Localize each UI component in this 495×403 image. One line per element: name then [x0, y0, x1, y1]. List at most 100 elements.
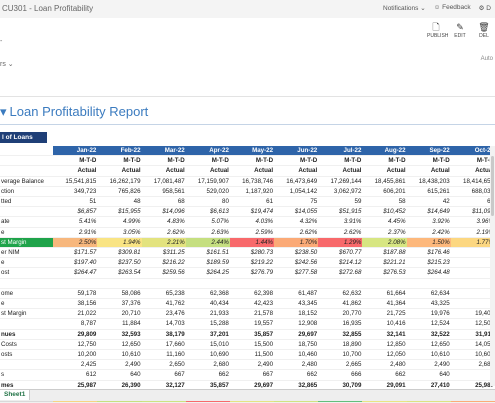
data-cell[interactable]	[406, 278, 451, 289]
data-cell[interactable]: 19,403	[450, 308, 495, 320]
data-cell[interactable]: $187.88	[362, 247, 407, 259]
data-cell[interactable]	[450, 267, 495, 279]
row-label[interactable]: Costs	[0, 339, 54, 351]
data-cell[interactable]: 35,857	[229, 328, 275, 340]
row-label[interactable]: st Margin	[0, 237, 54, 249]
actual-header[interactable]: Actual	[450, 165, 495, 177]
row-label[interactable]: st Margin	[0, 308, 54, 320]
data-cell[interactable]: $215.23	[406, 257, 451, 269]
data-cell[interactable]: 1,054,142	[274, 186, 319, 198]
data-cell[interactable]: 2,650	[141, 359, 186, 371]
data-cell[interactable]: 11,160	[141, 349, 186, 361]
data-cell[interactable]: 10,690	[185, 349, 230, 361]
row-label[interactable]	[0, 318, 54, 330]
row-label[interactable]: s	[0, 369, 54, 381]
data-cell[interactable]: $311.25	[141, 247, 186, 259]
data-cell[interactable]: 18,890	[318, 339, 363, 351]
data-cell[interactable]: 20,710	[97, 308, 142, 320]
data-cell[interactable]: $176.46	[406, 247, 451, 259]
actual-header[interactable]: Actual	[229, 165, 275, 177]
data-cell[interactable]: 1.94%	[97, 237, 142, 249]
data-cell[interactable]: $219.22	[229, 257, 275, 269]
data-cell[interactable]	[450, 257, 495, 269]
data-cell[interactable]: 16,935	[318, 318, 363, 330]
data-cell[interactable]: 349,723	[53, 186, 98, 198]
data-cell[interactable]: 640	[97, 369, 142, 381]
data-cell[interactable]	[362, 278, 407, 289]
data-cell[interactable]: 43,345	[274, 298, 319, 310]
data-cell[interactable]: 41,364	[362, 298, 407, 310]
data-cell[interactable]	[318, 278, 363, 289]
data-cell[interactable]: 21,022	[53, 308, 98, 320]
mtd-header[interactable]: M-T-D	[141, 155, 186, 167]
data-cell[interactable]: $238.50	[274, 247, 319, 259]
data-cell[interactable]: 1,187,920	[229, 186, 275, 198]
actual-header[interactable]: Actual	[141, 165, 186, 177]
data-cell[interactable]: $670.77	[318, 247, 363, 259]
vertical-scrollbar[interactable]	[490, 146, 495, 386]
data-cell[interactable]	[450, 288, 495, 300]
data-cell[interactable]: 12,650	[97, 339, 142, 351]
settings-button[interactable]: ⚙ D	[479, 4, 491, 12]
data-cell[interactable]	[274, 278, 319, 289]
side-dropdown-2[interactable]: rs ⌄	[0, 60, 14, 68]
data-cell[interactable]: $161.51	[185, 247, 230, 259]
data-cell[interactable]: 62,398	[229, 288, 275, 300]
data-cell[interactable]: 529,020	[185, 186, 230, 198]
data-cell[interactable]: 2,480	[274, 359, 319, 371]
data-cell[interactable]: 10,610	[97, 349, 142, 361]
data-cell[interactable]: $221.21	[362, 257, 407, 269]
data-cell[interactable]: 17,081,487	[141, 176, 186, 187]
data-cell[interactable]: 37,201	[185, 328, 230, 340]
data-cell[interactable]: 41,762	[141, 298, 186, 310]
data-cell[interactable]: 2.42%	[406, 227, 451, 238]
data-cell[interactable]: 10,600	[450, 349, 495, 361]
row-label[interactable]: e	[0, 257, 54, 269]
data-cell[interactable]: 17,660	[141, 339, 186, 351]
data-cell[interactable]: 62,368	[185, 288, 230, 300]
data-cell[interactable]: 62,634	[406, 288, 451, 300]
data-cell[interactable]: 3.96%	[450, 216, 495, 228]
corner-cell[interactable]	[0, 155, 54, 167]
row-label[interactable]: nues	[0, 328, 54, 340]
data-cell[interactable]: 2.59%	[229, 227, 275, 238]
data-cell[interactable]	[450, 298, 495, 310]
data-cell[interactable]: 2.91%	[53, 227, 98, 238]
data-cell[interactable]: $237.50	[97, 257, 142, 269]
data-cell[interactable]: 48	[97, 196, 142, 208]
data-cell[interactable]: 2,425	[53, 359, 98, 371]
data-cell[interactable]: 12,508	[450, 318, 495, 330]
data-cell[interactable]: $264.25	[185, 267, 230, 279]
mtd-header[interactable]: M-T-D	[318, 155, 363, 167]
data-cell[interactable]: 3,062,972	[318, 186, 363, 198]
row-label[interactable]	[0, 359, 54, 371]
row-label[interactable]: e	[0, 298, 54, 310]
data-cell[interactable]: 23,476	[141, 308, 186, 320]
data-cell[interactable]: 31,911	[450, 328, 495, 340]
data-cell[interactable]: 10,416	[362, 318, 407, 330]
data-cell[interactable]: 58	[362, 196, 407, 208]
data-cell[interactable]: $19,474	[229, 206, 275, 218]
data-cell[interactable]: 42	[406, 196, 451, 208]
data-cell[interactable]: 12,650	[406, 339, 451, 351]
month-header[interactable]: Aug-22	[362, 146, 407, 157]
data-cell[interactable]: 15,010	[185, 339, 230, 351]
corner-cell[interactable]	[0, 146, 54, 157]
corner-cell[interactable]	[0, 165, 54, 177]
data-cell[interactable]: $259.56	[141, 267, 186, 279]
month-header[interactable]: Feb-22	[97, 146, 142, 157]
data-cell[interactable]: 1.44%	[229, 237, 275, 249]
data-cell[interactable]: 17,269,144	[318, 176, 363, 187]
data-cell[interactable]: $242.56	[274, 257, 319, 269]
sheet-tab[interactable]: Sheet1	[0, 390, 31, 400]
actual-header[interactable]: Actual	[274, 165, 319, 177]
data-cell[interactable]: 42,423	[229, 298, 275, 310]
feedback-button[interactable]: ☺ Feedback	[434, 4, 471, 12]
data-cell[interactable]: 65,238	[141, 288, 186, 300]
actual-header[interactable]: Actual	[97, 165, 142, 177]
data-cell[interactable]: 3.05%	[97, 227, 142, 238]
data-cell[interactable]: $6,857	[53, 206, 98, 218]
data-cell[interactable]: 10,460	[274, 349, 319, 361]
data-cell[interactable]: 16,473,649	[274, 176, 319, 187]
row-label[interactable]: ost	[0, 267, 54, 279]
